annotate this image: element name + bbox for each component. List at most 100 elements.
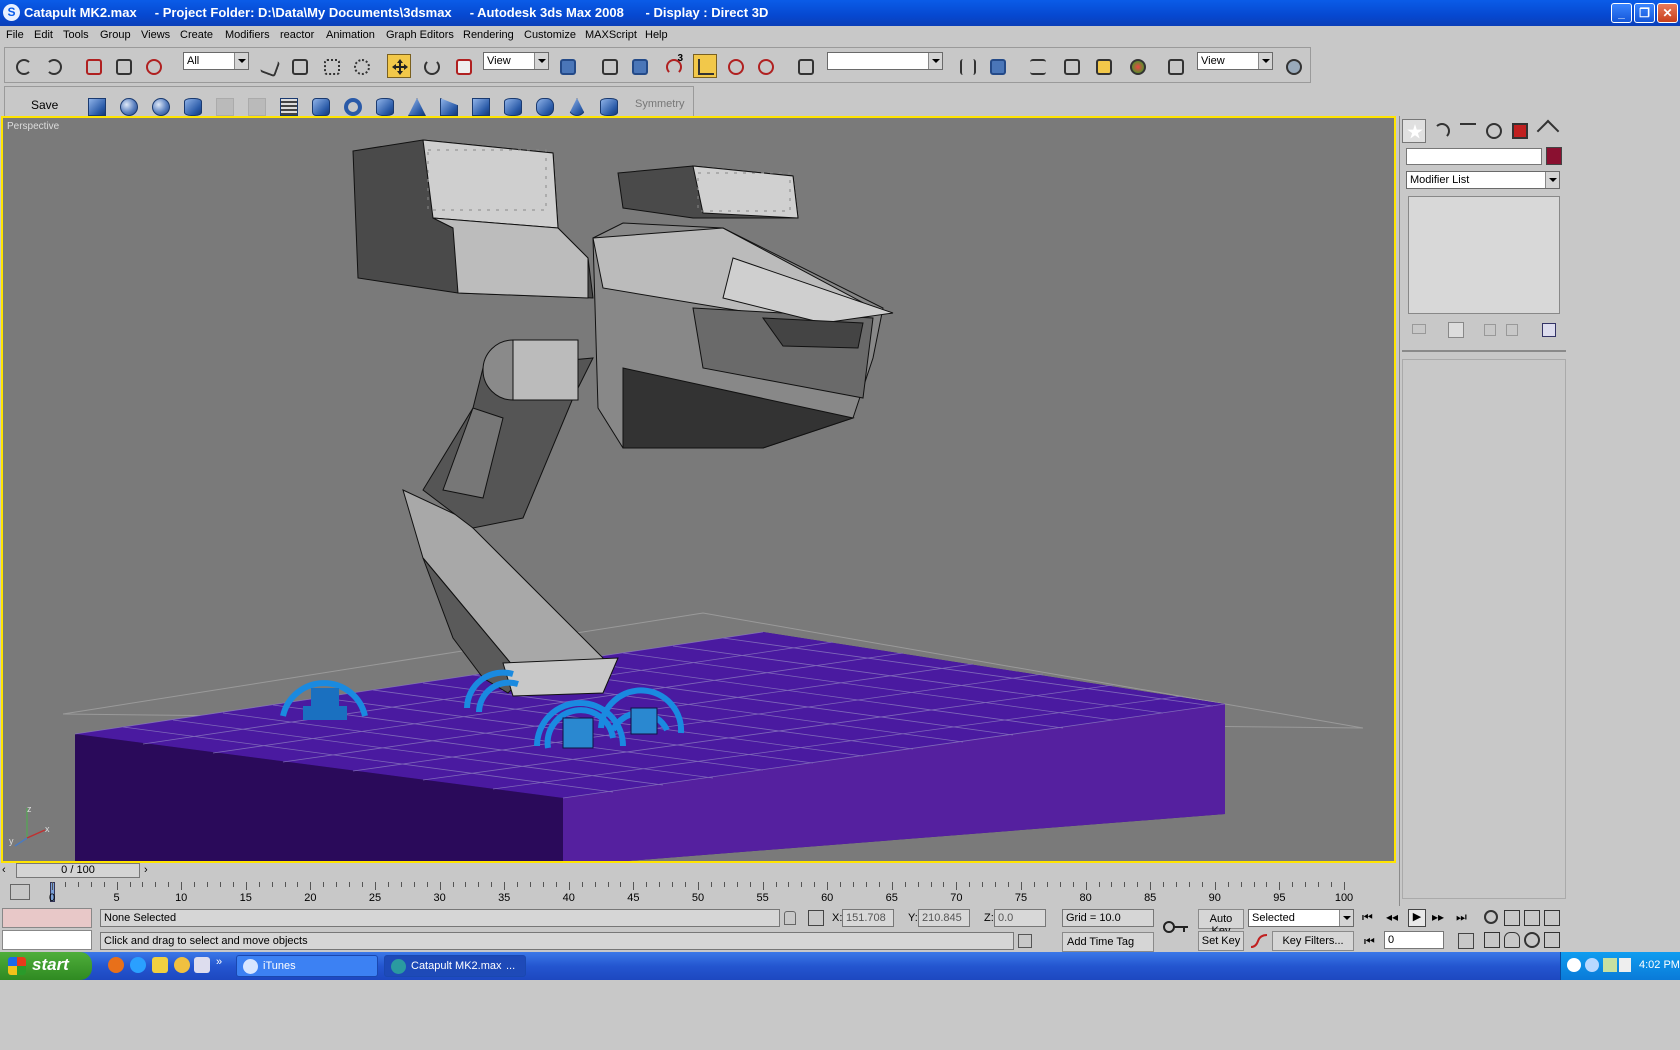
quicklaunch-expand-icon[interactable]: » (216, 956, 222, 968)
object-name-field[interactable] (1406, 148, 1542, 165)
make-unique-icon[interactable] (1484, 324, 1496, 336)
go-to-end-icon[interactable]: ⏭ (1456, 910, 1467, 925)
menu-reactor[interactable]: reactor (280, 29, 314, 41)
messenger-icon[interactable] (174, 957, 190, 973)
selection-filter-dropdown[interactable]: All (183, 52, 249, 70)
time-slider-thumb[interactable]: 0 / 100 (16, 863, 140, 878)
key-filters-button[interactable]: Key Filters... (1272, 931, 1354, 951)
menu-edit[interactable]: Edit (34, 29, 53, 41)
menu-help[interactable]: Help (645, 29, 668, 41)
title-bar[interactable]: S Catapult MK2.max - Project Folder: D:\… (0, 0, 1680, 26)
explorer-icon[interactable] (194, 957, 210, 973)
quicklaunch-icon[interactable] (152, 957, 168, 973)
maxscript-listener-mini[interactable] (2, 908, 92, 928)
play-icon[interactable]: ▶ (1408, 909, 1426, 927)
go-to-start-icon[interactable]: ⏮ (1362, 910, 1373, 925)
align-icon[interactable] (985, 54, 1009, 78)
minimize-button[interactable]: _ (1611, 3, 1632, 23)
configure-modifier-sets-icon[interactable] (1542, 323, 1556, 337)
adaptive-degradation-icon[interactable] (1018, 934, 1032, 948)
zoom-extents-all-icon[interactable] (1544, 910, 1560, 926)
select-object-icon[interactable] (257, 54, 281, 78)
edit-named-selection-icon[interactable] (793, 54, 817, 78)
tray-network-icon[interactable] (1603, 958, 1617, 972)
zoom-icon[interactable] (1484, 910, 1498, 924)
select-and-link-icon[interactable] (81, 54, 105, 78)
track-bar[interactable]: 0 5 10 15 20 25 30 35 40 45 50 55 60 65 70 75 80 85 90 95 10… (0, 880, 1395, 906)
maximize-viewport-icon[interactable] (1544, 932, 1560, 948)
absolute-mode-icon[interactable] (808, 910, 824, 926)
set-keys-key-icon[interactable] (1162, 916, 1190, 938)
menu-views[interactable]: Views (141, 29, 170, 41)
mirror-icon[interactable] (955, 54, 979, 78)
app-icon[interactable]: S (3, 4, 20, 21)
pin-stack-icon[interactable] (1412, 324, 1426, 334)
schematic-view-icon[interactable] (1091, 54, 1115, 78)
hierarchy-tab-icon[interactable] (1456, 119, 1480, 143)
menu-customize[interactable]: Customize (524, 29, 576, 41)
set-key-button[interactable]: Set Key (1198, 931, 1244, 951)
undo-icon[interactable] (11, 54, 35, 78)
close-button[interactable]: ✕ (1657, 3, 1678, 23)
object-color-swatch[interactable] (1546, 147, 1562, 165)
remove-modifier-icon[interactable] (1506, 324, 1518, 336)
add-time-tag-button[interactable]: Add Time Tag (1062, 932, 1154, 952)
chevron-right-icon[interactable]: › (144, 864, 148, 876)
rectangular-selection-icon[interactable] (319, 54, 343, 78)
menu-file[interactable]: File (6, 29, 24, 41)
keyboard-shortcut-override-icon[interactable] (627, 54, 651, 78)
menu-graph-editors[interactable]: Graph Editors (386, 29, 454, 41)
tray-search-icon[interactable] (1585, 958, 1599, 972)
maxscript-input[interactable] (2, 930, 92, 950)
start-button[interactable]: start (0, 952, 92, 980)
menu-maxscript[interactable]: MAXScript (585, 29, 637, 41)
redo-icon[interactable] (41, 54, 65, 78)
current-frame-field[interactable]: 0 (1384, 931, 1444, 949)
previous-frame-icon[interactable]: ◂◂ (1386, 910, 1398, 924)
time-configuration-icon[interactable] (1458, 933, 1474, 949)
auto-key-button[interactable]: Auto Key (1198, 909, 1244, 937)
quick-render-teapot-icon[interactable] (1281, 54, 1305, 78)
default-in-out-tangents-icon[interactable] (1250, 933, 1268, 949)
snaps-toggle-icon[interactable]: 3 (661, 53, 685, 78)
render-view-dropdown[interactable]: View (1197, 52, 1273, 70)
render-setup-icon[interactable] (1163, 54, 1187, 78)
show-end-result-icon[interactable] (1448, 322, 1464, 338)
lock-selection-icon[interactable] (784, 911, 796, 925)
layer-manager-icon[interactable] (1025, 54, 1049, 78)
zoom-all-icon[interactable] (1504, 910, 1520, 926)
x-coordinate-field[interactable]: 151.708 (842, 909, 894, 927)
select-and-manipulate-icon[interactable] (597, 54, 621, 78)
thunderbird-icon[interactable] (130, 957, 146, 973)
perspective-viewport[interactable]: Perspective z x y (1, 116, 1396, 863)
tray-expand-icon[interactable] (1567, 958, 1581, 972)
menu-group[interactable]: Group (100, 29, 131, 41)
menu-create[interactable]: Create (180, 29, 213, 41)
pivot-point-center-icon[interactable] (555, 54, 579, 78)
select-and-scale-icon[interactable] (451, 54, 475, 78)
time-tag-icon[interactable] (1042, 934, 1054, 948)
taskbar-button-3dsmax[interactable]: Catapult MK2.max (384, 955, 526, 977)
material-editor-icon[interactable] (1125, 54, 1149, 78)
unlink-selection-icon[interactable] (111, 54, 135, 78)
mini-curve-editor-icon[interactable] (10, 884, 30, 900)
field-of-view-icon[interactable] (1484, 932, 1500, 948)
key-mode-dropdown[interactable]: Selected (1248, 909, 1354, 927)
named-selection-sets-dropdown[interactable] (827, 52, 943, 70)
angle-snap-toggle-icon[interactable] (693, 54, 717, 78)
taskbar-button-itunes[interactable]: iTunes (236, 955, 378, 977)
menu-tools[interactable]: Tools (63, 29, 89, 41)
modify-tab-icon[interactable] (1430, 119, 1454, 143)
menu-modifiers[interactable]: Modifiers (225, 29, 270, 41)
tray-volume-icon[interactable] (1619, 958, 1631, 972)
select-and-rotate-icon[interactable] (419, 54, 443, 78)
arc-rotate-icon[interactable] (1524, 932, 1540, 948)
utilities-tab-icon[interactable] (1536, 119, 1560, 143)
modifier-list-dropdown[interactable]: Modifier List (1406, 171, 1560, 189)
reference-coordinate-dropdown[interactable]: View (483, 52, 549, 70)
motion-tab-icon[interactable] (1482, 119, 1506, 143)
maximize-button[interactable]: ❐ (1634, 3, 1655, 23)
menu-rendering[interactable]: Rendering (463, 29, 514, 41)
display-tab-icon[interactable] (1508, 119, 1532, 143)
symmetry-button[interactable]: Symmetry (635, 98, 685, 110)
